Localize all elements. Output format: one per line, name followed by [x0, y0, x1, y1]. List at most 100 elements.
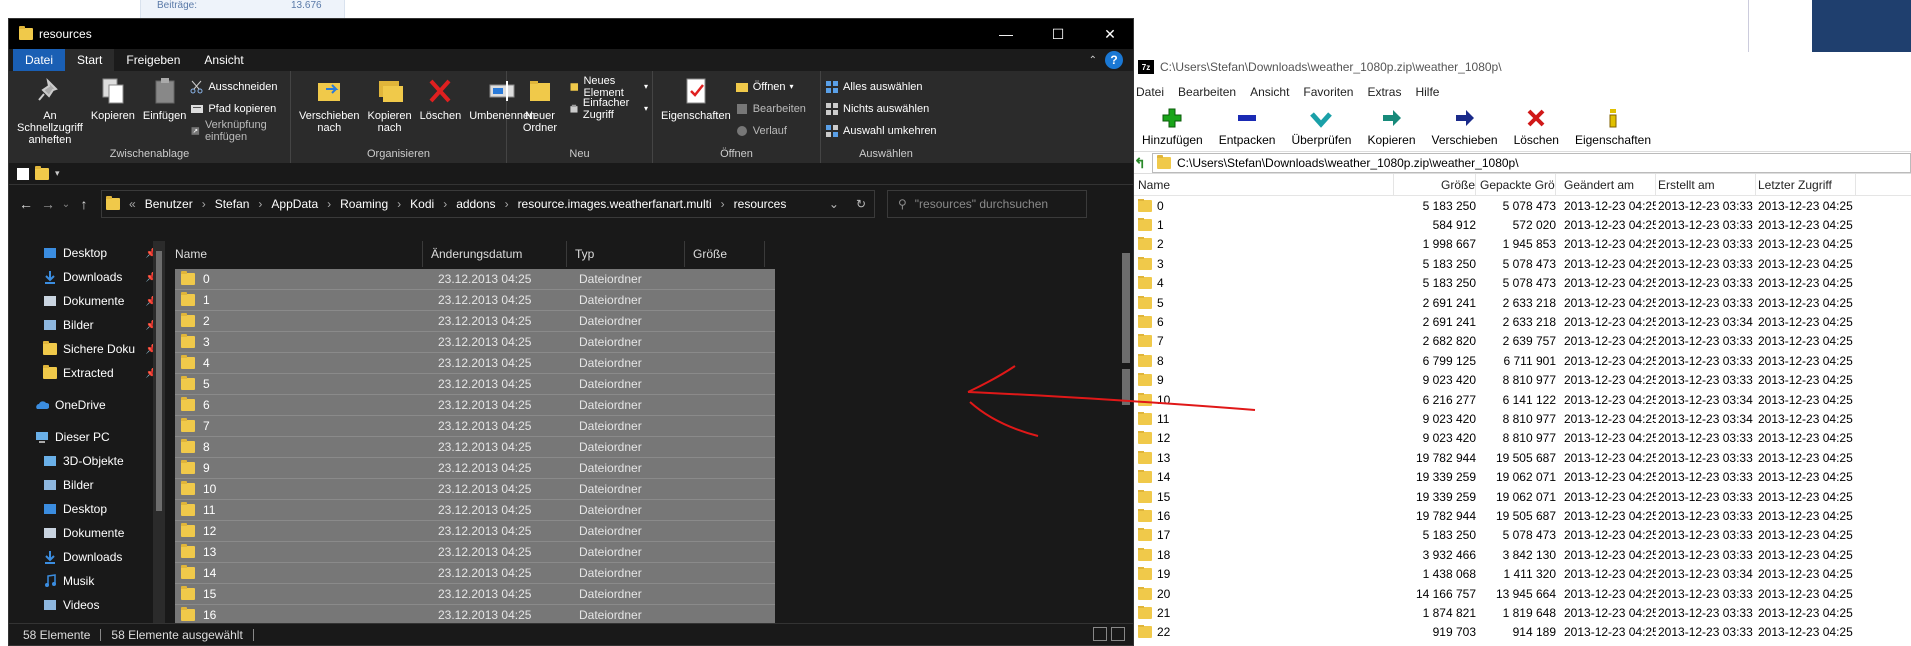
minimize-icon[interactable]: — [983, 19, 1029, 49]
navigation-scrollbar[interactable] [153, 241, 165, 623]
sidebar-item[interactable]: Downloads [9, 545, 167, 569]
details-view-icon[interactable] [1093, 627, 1107, 641]
table-row[interactable]: 9 23.12.2013 04:25 Dateiordner [175, 458, 775, 479]
breadcrumb-separator[interactable]: › [258, 197, 262, 211]
maximize-icon[interactable]: ☐ [1035, 19, 1081, 49]
table-row[interactable]: 3 23.12.2013 04:25 Dateiordner [175, 332, 775, 353]
breadcrumb-item[interactable]: addons [456, 197, 495, 211]
sevenzip-menu-item[interactable]: Hilfe [1415, 85, 1439, 99]
search-box[interactable]: ⚲ "resources" durchsuchen [887, 190, 1087, 218]
table-row[interactable]: 13 19 782 944 19 505 687 2013-12-23 04:25 20… [1132, 448, 1911, 467]
tab-start[interactable]: Start [65, 49, 115, 71]
column-header-type[interactable]: Typ [567, 241, 685, 267]
sidebar-item-this-pc[interactable]: Dieser PC [9, 425, 167, 449]
open-button[interactable]: Öffnen ▾ [735, 77, 806, 96]
table-row[interactable]: 10 6 216 277 6 141 122 2013-12-23 04:25 2013… [1132, 390, 1911, 409]
table-row[interactable]: 4 23.12.2013 04:25 Dateiordner [175, 353, 775, 374]
sidebar-item[interactable]: Bilder 📌 [9, 313, 167, 337]
table-row[interactable]: 35 183 250 5 078 473 2013-12-23 04:25 2013-… [1132, 254, 1911, 273]
sidebar-item[interactable]: Videos [9, 593, 167, 617]
breadcrumb-item[interactable]: resources [734, 197, 787, 211]
table-row[interactable]: 62 691 241 2 633 218 2013-12-23 04:25 2013-… [1132, 312, 1911, 331]
table-row[interactable]: 86 799 125 6 711 901 2013-12-23 04:25 2013-… [1132, 351, 1911, 370]
table-row[interactable]: 13 23.12.2013 04:25 Dateiordner [175, 542, 775, 563]
edit-button[interactable]: Bearbeiten [735, 99, 806, 118]
sevenzip-menu-item[interactable]: Extras [1367, 85, 1401, 99]
table-row[interactable]: 1 584 912 572 020 2013-12-23 04:25 2013-12-2… [1132, 215, 1911, 234]
sidebar-item[interactable]: Musik [9, 569, 167, 593]
table-row[interactable]: 99 023 420 8 810 977 2013-12-23 04:25 2013-… [1132, 371, 1911, 390]
column-header-modified[interactable]: Geändert am [1556, 173, 1656, 196]
sidebar-item[interactable]: Downloads 📌 [9, 265, 167, 289]
table-row[interactable]: 1 23.12.2013 04:25 Dateiordner [175, 290, 775, 311]
new-folder-icon[interactable] [35, 165, 49, 180]
sidebar-item[interactable]: Sichere Doku 📌 [9, 337, 167, 361]
column-header-size[interactable]: Größe [685, 241, 765, 267]
up-arrow-icon[interactable]: ↑ [73, 196, 95, 212]
column-header-packed-size[interactable]: Gepackte Größe [1476, 173, 1556, 196]
sidebar-item[interactable]: Desktop 📌 [9, 241, 167, 265]
table-row[interactable]: 15 19 339 259 19 062 071 2013-12-23 04:25 20… [1132, 487, 1911, 506]
sidebar-item[interactable]: 3D-Objekte [9, 449, 167, 473]
überprüfen-button[interactable]: Überprüfen [1283, 102, 1359, 147]
new-item-button[interactable]: Neues Element ▾ [569, 75, 648, 99]
recent-locations-icon[interactable]: ⌄ [59, 199, 73, 210]
table-row[interactable]: 12 23.12.2013 04:25 Dateiordner [175, 521, 775, 542]
help-icon[interactable]: ? [1105, 51, 1123, 69]
table-row[interactable]: 6 23.12.2013 04:25 Dateiordner [175, 395, 775, 416]
paste-shortcut-button[interactable]: Verknüpfung einfügen [190, 119, 286, 143]
breadcrumb-item[interactable]: AppData [271, 197, 318, 211]
table-row[interactable]: 10 23.12.2013 04:25 Dateiordner [175, 479, 775, 500]
table-row[interactable]: 0 23.12.2013 04:25 Dateiordner [175, 269, 775, 290]
sevenzip-titlebar[interactable]: 7z C:\Users\Stefan\Downloads\weather_108… [1132, 52, 1911, 82]
column-header-accessed[interactable]: Letzter Zugriff [1756, 173, 1856, 196]
löschen-button[interactable]: Löschen [1506, 102, 1567, 147]
table-row[interactable]: 11 23.12.2013 04:25 Dateiordner [175, 500, 775, 521]
column-header-date[interactable]: Änderungsdatum [423, 241, 567, 267]
breadcrumb-item[interactable]: Kodi [410, 197, 434, 211]
table-row[interactable]: 21 998 667 1 945 853 2013-12-23 04:25 2013-… [1132, 235, 1911, 254]
address-bar[interactable]: « Benutzer › Stefan › AppData › Roaming › Kodi › a… [101, 190, 875, 218]
entpacken-button[interactable]: Entpacken [1211, 102, 1284, 147]
invert-selection-button[interactable]: Auswahl umkehren [825, 121, 937, 140]
back-arrow-icon[interactable]: ← [15, 196, 37, 212]
table-row[interactable]: 05 183 250 5 078 473 2013-12-23 04:25 2013-… [1132, 196, 1911, 215]
kopieren-button[interactable]: Kopieren [1359, 102, 1423, 147]
column-header-size[interactable]: Größe [1394, 173, 1476, 196]
table-row[interactable]: 19 1 438 068 1 411 320 2013-12-23 04:25 2013… [1132, 564, 1911, 583]
table-row[interactable]: 45 183 250 5 078 473 2013-12-23 04:25 2013-… [1132, 274, 1911, 293]
refresh-icon[interactable]: ↻ [856, 197, 866, 211]
table-row[interactable]: 8 23.12.2013 04:25 Dateiordner [175, 437, 775, 458]
sidebar-item[interactable]: Bilder [9, 473, 167, 497]
sevenzip-menu-item[interactable]: Datei [1136, 85, 1164, 99]
sevenzip-menu-item[interactable]: Favoriten [1303, 85, 1353, 99]
sidebar-item[interactable]: Dokumente 📌 [9, 289, 167, 313]
table-row[interactable]: 22 919 703 914 189 2013-12-23 04:25 2013-12-… [1132, 623, 1911, 642]
sevenzip-menu-item[interactable]: Ansicht [1250, 85, 1289, 99]
sidebar-item[interactable]: Extracted 📌 [9, 361, 167, 385]
explorer-titlebar[interactable]: resources — ☐ ✕ [9, 19, 1133, 49]
copy-path-button[interactable]: Pfad kopieren [190, 99, 286, 118]
table-row[interactable]: 7 23.12.2013 04:25 Dateiordner [175, 416, 775, 437]
history-button[interactable]: Verlauf [735, 121, 806, 140]
table-row[interactable]: 21 1 874 821 1 819 648 2013-12-23 04:25 2013… [1132, 603, 1911, 622]
sevenzip-address-input[interactable]: C:\Users\Stefan\Downloads\weather_1080p.… [1152, 152, 1911, 173]
tab-file[interactable]: Datei [13, 49, 66, 71]
forward-arrow-icon[interactable]: → [37, 196, 59, 212]
eigenschaften-button[interactable]: Eigenschaften [1567, 102, 1659, 147]
table-row[interactable]: 14 19 339 259 19 062 071 2013-12-23 04:25 20… [1132, 467, 1911, 486]
cut-button[interactable]: Ausschneiden [190, 77, 286, 96]
table-row[interactable]: 20 14 166 757 13 945 664 2013-12-23 04:25 20… [1132, 584, 1911, 603]
column-header-name[interactable]: Name [167, 241, 423, 267]
select-none-button[interactable]: Nichts auswählen [825, 99, 937, 118]
table-row[interactable]: 17 5 183 250 5 078 473 2013-12-23 04:25 2013… [1132, 526, 1911, 545]
close-icon[interactable]: ✕ [1087, 19, 1133, 49]
table-row[interactable]: 16 19 782 944 19 505 687 2013-12-23 04:25 20… [1132, 506, 1911, 525]
table-row[interactable]: 11 9 023 420 8 810 977 2013-12-23 04:25 2013… [1132, 409, 1911, 428]
up-folder-icon[interactable]: ↰ [1134, 155, 1148, 171]
file-list-scrollbar[interactable] [1119, 241, 1133, 623]
table-row[interactable]: 72 682 820 2 639 757 2013-12-23 04:25 2013-… [1132, 332, 1911, 351]
customize-qat-icon[interactable]: ▾ [55, 168, 60, 179]
large-icons-view-icon[interactable] [1111, 627, 1125, 641]
breadcrumb-item[interactable]: Stefan [215, 197, 250, 211]
